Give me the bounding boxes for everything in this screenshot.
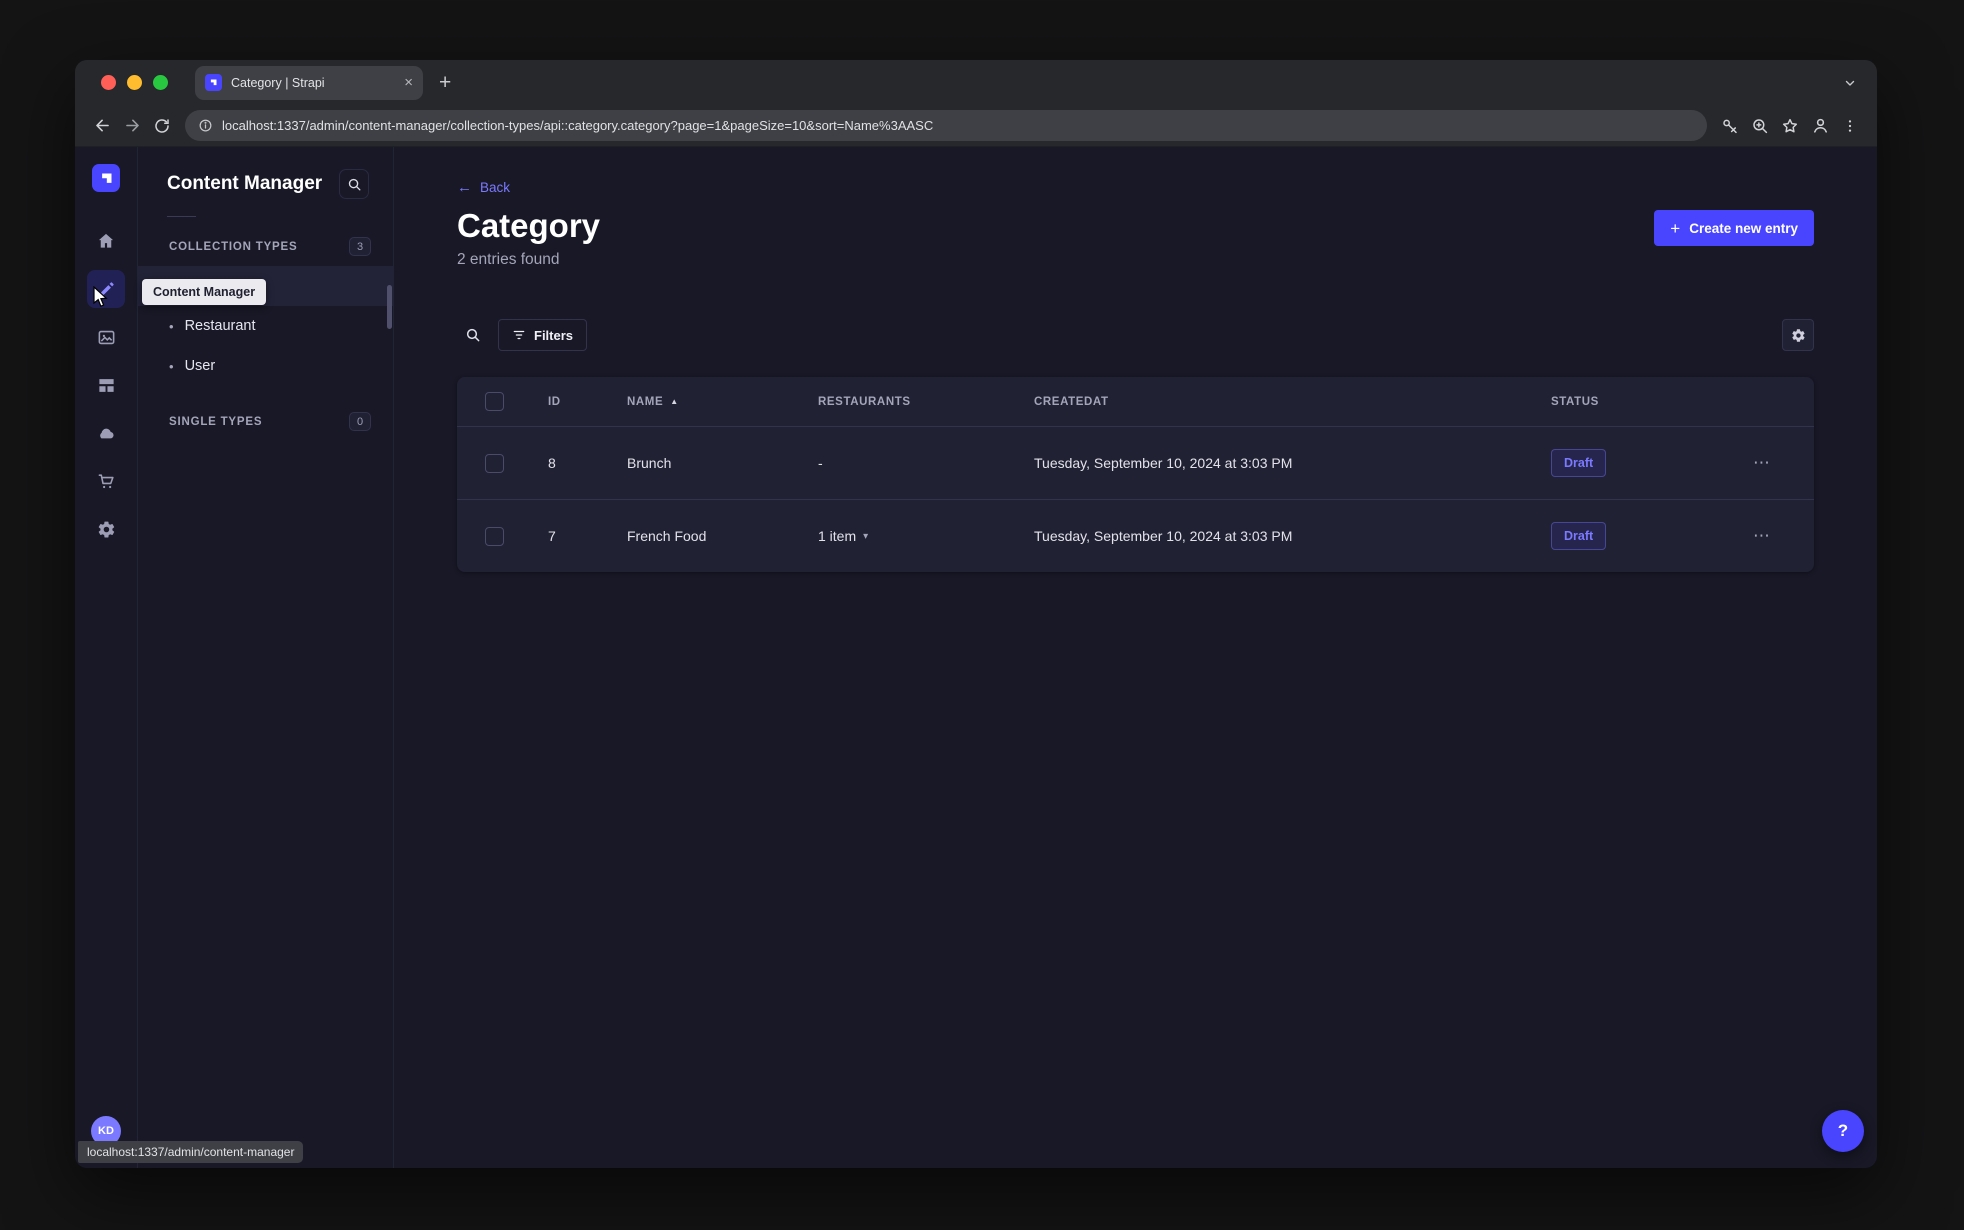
mouse-cursor bbox=[93, 286, 108, 307]
view-settings-button[interactable] bbox=[1782, 319, 1814, 352]
content-manager-tooltip: Content Manager bbox=[142, 279, 267, 305]
back-link[interactable]: ← Back bbox=[457, 180, 510, 195]
nav-home-icon[interactable] bbox=[87, 222, 125, 260]
close-window-button[interactable] bbox=[101, 75, 116, 90]
sidebar-item-label: User bbox=[184, 358, 216, 374]
table-header-row: ID NAME ▲ RESTAURANTS CREATEDAT STATUS bbox=[457, 377, 1814, 426]
profile-icon[interactable] bbox=[1805, 111, 1835, 141]
row-checkbox[interactable] bbox=[485, 526, 504, 546]
cell-id: 8 bbox=[548, 455, 556, 472]
sidebar-item-restaurant[interactable]: • Restaurant bbox=[138, 306, 393, 346]
column-header-name[interactable]: NAME ▲ bbox=[627, 396, 818, 408]
collection-types-label: COLLECTION TYPES bbox=[169, 240, 298, 253]
status-badge: Draft bbox=[1551, 522, 1607, 551]
browser-tab-active[interactable]: Category | Strapi × bbox=[195, 65, 423, 100]
row-checkbox[interactable] bbox=[485, 453, 504, 473]
create-new-entry-label: Create new entry bbox=[1689, 220, 1798, 236]
forward-nav-icon[interactable] bbox=[117, 111, 147, 141]
row-actions-menu-icon[interactable]: ⋯ bbox=[1753, 526, 1786, 546]
nav-cloud-icon[interactable] bbox=[87, 414, 125, 452]
column-header-id[interactable]: ID bbox=[548, 396, 627, 408]
zoom-icon[interactable] bbox=[1745, 111, 1775, 141]
column-header-createdat[interactable]: CREATEDAT bbox=[1034, 396, 1551, 408]
bullet-icon: • bbox=[169, 358, 174, 374]
plus-icon: + bbox=[1670, 218, 1681, 238]
reload-icon[interactable] bbox=[147, 111, 177, 141]
subnav-search-button[interactable] bbox=[339, 169, 369, 199]
page-title: Category bbox=[457, 207, 601, 244]
tab-close-icon[interactable]: × bbox=[404, 75, 413, 90]
subnav-title: Content Manager bbox=[167, 173, 323, 194]
filters-label: Filters bbox=[534, 327, 574, 343]
browser-menu-icon[interactable] bbox=[1835, 111, 1865, 141]
nav-content-type-builder-icon[interactable] bbox=[87, 366, 125, 404]
nav-icons bbox=[87, 222, 125, 548]
create-new-entry-button[interactable]: + Create new entry bbox=[1654, 210, 1814, 246]
tab-search-chevron-icon[interactable] bbox=[1843, 76, 1857, 90]
cell-name: French Food bbox=[627, 528, 707, 545]
cell-restaurants: - bbox=[818, 455, 823, 472]
address-bar[interactable]: localhost:1337/admin/content-manager/col… bbox=[185, 110, 1707, 141]
entries-count: 2 entries found bbox=[457, 251, 560, 269]
bullet-icon: • bbox=[169, 318, 174, 334]
select-all-checkbox[interactable] bbox=[485, 392, 504, 412]
tab-title: Category | Strapi bbox=[231, 75, 325, 90]
bookmark-star-icon[interactable] bbox=[1775, 111, 1805, 141]
password-manager-icon[interactable] bbox=[1715, 111, 1745, 141]
desktop-background: Category | Strapi × + localhost:1337/adm… bbox=[0, 0, 1964, 1230]
single-types-count-badge: 0 bbox=[349, 412, 371, 431]
nav-marketplace-icon[interactable] bbox=[87, 462, 125, 500]
browser-window: Category | Strapi × + localhost:1337/adm… bbox=[75, 60, 1877, 1168]
new-tab-button[interactable]: + bbox=[439, 72, 451, 93]
row-actions-menu-icon[interactable]: ⋯ bbox=[1753, 453, 1786, 473]
search-button[interactable] bbox=[457, 319, 489, 351]
back-nav-icon[interactable] bbox=[87, 111, 117, 141]
strapi-logo[interactable] bbox=[92, 164, 120, 192]
subnav-divider bbox=[167, 216, 196, 217]
maximize-window-button[interactable] bbox=[153, 75, 168, 90]
status-badge: Draft bbox=[1551, 449, 1607, 478]
sort-ascending-icon: ▲ bbox=[670, 397, 679, 407]
strapi-app: KD Content Manager COLLECTION TYPES 3 • bbox=[75, 147, 1877, 1168]
back-arrow-icon: ← bbox=[457, 179, 472, 196]
column-header-restaurants[interactable]: RESTAURANTS bbox=[818, 396, 1034, 408]
strapi-favicon-icon bbox=[205, 74, 222, 91]
cell-createdat: Tuesday, September 10, 2024 at 3:03 PM bbox=[1034, 455, 1293, 472]
table-row[interactable]: 8 Brunch - Tuesday, September 10, 2024 a… bbox=[457, 426, 1814, 499]
site-info-icon[interactable] bbox=[198, 118, 213, 133]
cell-restaurants[interactable]: 1 item ▾ bbox=[818, 528, 1034, 544]
url-text: localhost:1337/admin/content-manager/col… bbox=[222, 118, 934, 133]
entries-table: ID NAME ▲ RESTAURANTS CREATEDAT STATUS 8 bbox=[457, 377, 1814, 573]
browser-tabstrip: Category | Strapi × + bbox=[75, 60, 1877, 105]
filters-button[interactable]: Filters bbox=[498, 319, 588, 352]
window-controls bbox=[101, 75, 168, 90]
filter-icon bbox=[512, 328, 526, 342]
collection-types-count-badge: 3 bbox=[349, 237, 371, 256]
nav-media-library-icon[interactable] bbox=[87, 318, 125, 356]
browser-toolbar: localhost:1337/admin/content-manager/col… bbox=[75, 105, 1877, 147]
link-status-bubble: localhost:1337/admin/content-manager bbox=[78, 1141, 304, 1163]
nav-settings-icon[interactable] bbox=[87, 510, 125, 548]
minimize-window-button[interactable] bbox=[127, 75, 142, 90]
help-button[interactable]: ? bbox=[1822, 1110, 1864, 1152]
subnav-scrollbar-thumb[interactable] bbox=[387, 285, 392, 329]
sidebar-item-user[interactable]: • User bbox=[138, 346, 393, 386]
cell-name: Brunch bbox=[627, 455, 672, 472]
table-row[interactable]: 7 French Food 1 item ▾ Tuesday, Septembe… bbox=[457, 499, 1814, 572]
back-label: Back bbox=[480, 180, 511, 195]
cell-createdat: Tuesday, September 10, 2024 at 3:03 PM bbox=[1034, 528, 1293, 545]
category-list-view: ← Back Category 2 entries found + Create… bbox=[394, 147, 1877, 1168]
chevron-down-icon: ▾ bbox=[863, 530, 869, 542]
column-header-status[interactable]: STATUS bbox=[1551, 396, 1753, 408]
single-types-label: SINGLE TYPES bbox=[169, 415, 263, 428]
sidebar-item-label: Restaurant bbox=[184, 318, 256, 334]
cell-id: 7 bbox=[548, 528, 556, 545]
